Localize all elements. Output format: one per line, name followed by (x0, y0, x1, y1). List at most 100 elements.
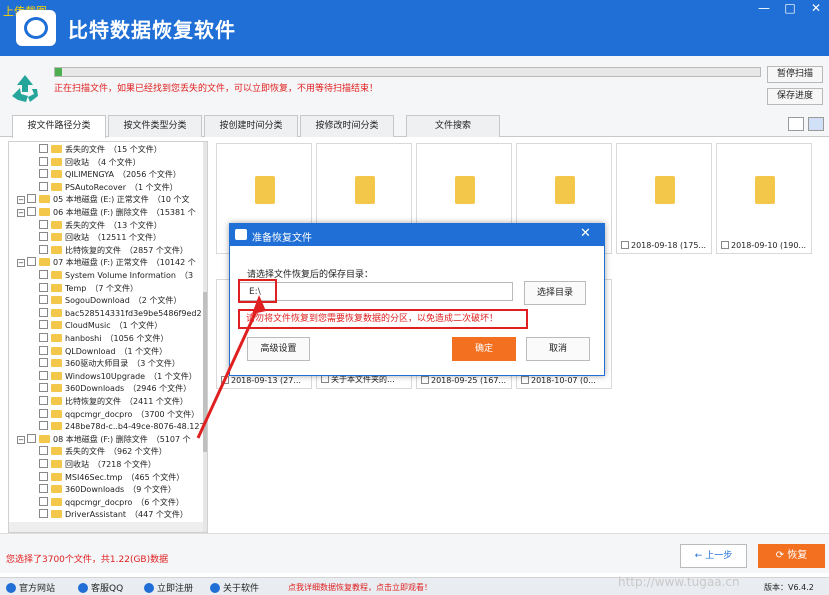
expand-toggle-icon[interactable]: − (17, 209, 25, 217)
tree-item[interactable]: hanboshi （1056 个文件） (39, 333, 168, 345)
tree-checkbox[interactable] (39, 396, 48, 405)
tree-checkbox[interactable] (39, 383, 48, 393)
minimize-button[interactable]: — (751, 0, 777, 16)
tree-item[interactable]: 360Downloads （2946 个文件） (39, 383, 191, 395)
save-progress-button[interactable]: 保存进度 (767, 88, 823, 105)
tree-item[interactable]: 回收站 （12511 个文件） (39, 232, 161, 244)
tree-checkbox[interactable] (27, 207, 36, 216)
tree-item[interactable]: 丢失的文件 （13 个文件） (39, 219, 162, 232)
save-path-input[interactable] (238, 282, 513, 301)
tree-item[interactable]: DriverAssistant （447 个文件） (39, 509, 188, 521)
tree-item[interactable]: QLDownload （1 个文件） (39, 345, 167, 358)
tree-checkbox[interactable] (39, 169, 48, 179)
maximize-button[interactable]: □ (777, 0, 803, 16)
card-checkbox[interactable] (521, 376, 529, 384)
tree-vertical-scrollbar[interactable] (203, 142, 207, 532)
tab-by-type[interactable]: 按文件类型分类 (108, 115, 202, 137)
tree-checkbox[interactable] (39, 270, 48, 279)
tree-item[interactable]: Windows10Upgrade （1 个文件） (39, 370, 197, 383)
support-qq-link[interactable]: 客服QQ (78, 581, 123, 594)
tutorial-promo-link[interactable]: 点我详细数据恢复教程，点击立即观看！ (288, 582, 432, 593)
tree-item[interactable]: − 05 本地磁盘 (E:) 正常文件 （10 个文 (17, 194, 190, 206)
tree-checkbox[interactable] (39, 333, 48, 342)
tree-item[interactable]: 比特恢复的文件 （2411 个文件） (39, 396, 188, 408)
choose-directory-button[interactable]: 选择目录 (524, 281, 586, 305)
tree-item[interactable]: Temp （7 个文件） (39, 282, 138, 295)
folder-icon (51, 497, 62, 506)
tree-checkbox[interactable] (27, 257, 36, 267)
tree-checkbox[interactable] (39, 295, 48, 305)
tab-file-search[interactable]: 文件搜索 (406, 115, 500, 137)
card-checkbox[interactable] (221, 376, 229, 384)
pause-scan-button[interactable]: 暂停扫描 (767, 66, 823, 83)
tree-item[interactable]: 360Downloads （9 个文件） (39, 484, 176, 496)
cancel-button[interactable]: 取消 (526, 337, 590, 361)
list-view-icon[interactable] (788, 117, 804, 131)
previous-step-button[interactable]: ← 上一步 (680, 544, 747, 568)
tree-checkbox[interactable] (39, 232, 48, 242)
tree-item[interactable]: 360驱动大师目录 （3 个文件） (39, 358, 180, 370)
tree-checkbox[interactable] (39, 484, 48, 494)
advanced-settings-button[interactable]: 高级设置 (247, 337, 310, 361)
tree-item[interactable]: SogouDownload （2 个文件） (39, 295, 181, 307)
close-button[interactable]: ✕ (803, 0, 829, 16)
tree-checkbox[interactable] (27, 194, 36, 204)
card-checkbox[interactable] (321, 375, 329, 383)
about-link[interactable]: 关于软件 (210, 581, 259, 594)
card-checkbox[interactable] (421, 376, 429, 384)
confirm-button[interactable]: 确定 (452, 337, 516, 361)
tree-checkbox[interactable] (39, 370, 48, 380)
official-site-link[interactable]: 官方网站 (6, 581, 55, 594)
tree-checkbox[interactable] (39, 459, 48, 468)
tree-item[interactable]: qqpcmgr_docpro （3700 个文件） (39, 408, 199, 421)
tree-checkbox[interactable] (39, 446, 48, 456)
tree-checkbox[interactable] (39, 307, 48, 317)
tree-checkbox[interactable] (39, 496, 48, 506)
tree-checkbox[interactable] (39, 156, 48, 166)
tab-by-created[interactable]: 按创建时间分类 (204, 115, 298, 137)
tree-item[interactable]: PSAutoRecover （1 个文件） (39, 181, 178, 194)
tree-item[interactable]: qqpcmgr_docpro （6 个文件） (39, 496, 184, 509)
tree-item[interactable]: − 07 本地磁盘 (F:) 正常文件 （10142 个 (17, 257, 196, 269)
tree-item[interactable]: bac528514331fd3e9be5486f9ed2 (39, 307, 206, 320)
expand-toggle-icon[interactable]: − (17, 259, 25, 268)
folder-card[interactable]: 2018-09-10 (190... (716, 143, 812, 254)
tab-by-path[interactable]: 按文件路径分类 (12, 115, 106, 138)
tree-item[interactable]: 比特恢复的文件 （2857 个文件） (39, 244, 188, 257)
tree-item[interactable]: QILIMENGYA （2056 个文件） (39, 169, 181, 181)
dialog-close-icon[interactable]: ✕ (580, 226, 591, 241)
thumbnail-view-icon[interactable] (808, 117, 824, 131)
tab-by-modified[interactable]: 按修改时间分类 (300, 115, 394, 137)
tree-checkbox[interactable] (39, 509, 48, 519)
tree-checkbox[interactable] (39, 358, 48, 368)
tree-checkbox[interactable] (39, 421, 48, 431)
tree-checkbox[interactable] (39, 320, 48, 330)
tree-item[interactable]: − 06 本地磁盘 (F:) 删除文件 （15381 个 (17, 207, 196, 219)
card-checkbox[interactable] (721, 241, 729, 249)
tree-item[interactable]: System Volume Information （3 (39, 270, 193, 282)
recover-button[interactable]: ⟳ 恢复 (758, 544, 825, 568)
expand-toggle-icon[interactable]: − (17, 196, 25, 205)
tree-item[interactable]: CloudMusic （1 个文件） (39, 320, 162, 332)
tree-item[interactable]: 248be78d-c..b4-49ce-8076-48.127 (39, 421, 207, 433)
tree-checkbox[interactable] (39, 144, 48, 153)
tree-checkbox[interactable] (39, 282, 48, 292)
tree-horizontal-scrollbar[interactable] (9, 522, 203, 532)
register-link[interactable]: 立即注册 (144, 581, 193, 594)
tree-checkbox[interactable] (39, 408, 48, 418)
tree-item[interactable]: 丢失的文件 （962 个文件） (39, 446, 167, 458)
card-checkbox[interactable] (621, 241, 629, 249)
tree-item[interactable]: 回收站 （7218 个文件） (39, 459, 156, 471)
tree-checkbox[interactable] (39, 219, 48, 229)
tree-item[interactable]: MSI46Sec.tmp （465 个文件） (39, 471, 184, 484)
tree-checkbox[interactable] (39, 244, 48, 254)
tree-item[interactable]: − 08 本地磁盘 (F:) 删除文件 （5107 个 (17, 433, 191, 446)
tree-item[interactable]: 回收站 （4 个文件） (39, 156, 141, 169)
tree-item[interactable]: 丢失的文件 （15 个文件） (39, 144, 162, 156)
tree-checkbox[interactable] (39, 181, 48, 191)
tree-checkbox[interactable] (39, 471, 48, 481)
tree-checkbox[interactable] (39, 345, 48, 355)
folder-card[interactable]: 2018-09-18 (175... (616, 143, 712, 254)
expand-toggle-icon[interactable]: − (17, 435, 25, 444)
tree-checkbox[interactable] (27, 433, 36, 443)
